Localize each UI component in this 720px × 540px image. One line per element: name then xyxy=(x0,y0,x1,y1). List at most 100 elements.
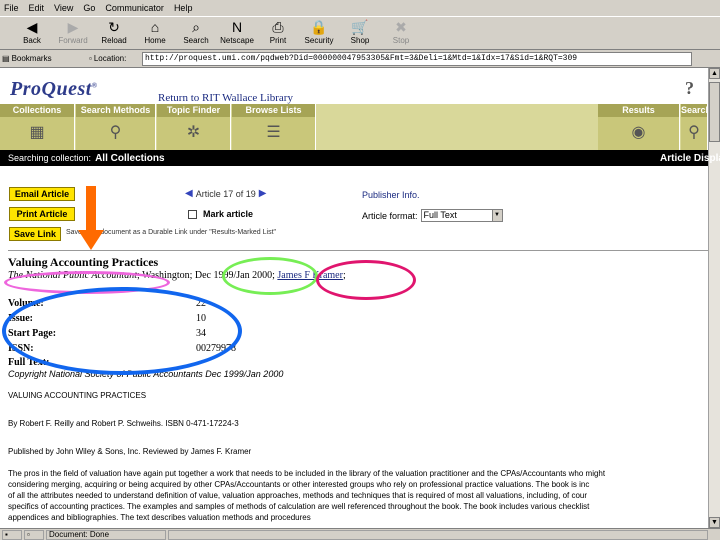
results-icon: ◉ xyxy=(631,124,646,141)
body-line: appendices and bibliographies. The text … xyxy=(8,513,311,522)
email-article-button[interactable]: Email Article xyxy=(9,187,75,201)
search-icon: ⌕ xyxy=(192,19,200,35)
toolbar-label: Security xyxy=(304,36,334,45)
home-icon: ⌂ xyxy=(150,19,160,35)
browser-toolbar: ◀ Back ▶ Forward ↻ Reload ⌂ Home ⌕ Search N Netscap… xyxy=(0,16,720,50)
body-line: The pros in the field of valuation have … xyxy=(8,469,606,478)
bookmarks-label: Bookmarks xyxy=(11,54,52,63)
article-format-label: Article format: xyxy=(362,210,418,221)
url-field[interactable]: http://proquest.umi.com/pqdweb?Did=00000… xyxy=(142,51,692,66)
netscape-button[interactable]: N Netscape xyxy=(217,17,257,49)
stop-icon: ✖ xyxy=(395,19,407,35)
nav-tab-label: Collections xyxy=(0,104,74,117)
search-button[interactable]: ⌕ Search xyxy=(176,17,216,49)
nav-tab-results[interactable]: Results ◉ xyxy=(598,104,680,150)
location-bar: ▤ Bookmarks ▫ Location: http://proquest.… xyxy=(0,50,720,68)
nav-tab-label: Browse Lists xyxy=(232,104,315,117)
return-to-library-link[interactable]: Return to RIT Wallace Library xyxy=(158,92,293,104)
location-label-group: ▫ Location: xyxy=(89,54,139,63)
searching-collection-label: Searching collection: xyxy=(8,153,92,163)
chevron-down-icon[interactable]: ▼ xyxy=(491,210,502,221)
search-methods-icon: ⚲ xyxy=(109,124,122,141)
orange-arrow-head xyxy=(78,230,104,250)
status-spacer xyxy=(168,529,708,540)
forward-arrow-icon: ▶ xyxy=(67,19,79,35)
shop-button[interactable]: 🛒 Shop xyxy=(340,17,380,49)
divider xyxy=(8,250,708,251)
body-line: considering merging, acquiring or being … xyxy=(8,480,590,489)
article-format-select[interactable]: Full Text ▼ xyxy=(420,209,503,222)
toolbar-label: Back xyxy=(23,36,41,45)
previous-article-icon[interactable]: ◀ xyxy=(185,188,193,199)
status-bar: ▪ ▫ Document: Done xyxy=(0,528,720,540)
nav-tab-search-methods[interactable]: Search Methods ⚲ xyxy=(76,104,156,150)
vertical-scrollbar[interactable]: ▲ ▼ xyxy=(708,68,720,528)
article-position: Article 17 of 19 xyxy=(195,188,256,199)
back-arrow-icon: ◀ xyxy=(26,19,38,35)
stop-button[interactable]: ✖ Stop xyxy=(381,17,421,49)
toolbar-label: Print xyxy=(269,36,287,45)
status-text: Document: Done xyxy=(46,529,166,540)
scroll-up-icon[interactable]: ▲ xyxy=(709,68,720,79)
menu-bar: File Edit View Go Communicator Help xyxy=(0,0,720,16)
nav-tab-label: Search Methods xyxy=(76,104,155,117)
menu-item-view[interactable]: View xyxy=(54,3,73,13)
menu-item-edit[interactable]: Edit xyxy=(29,3,45,13)
menu-item-help[interactable]: Help xyxy=(174,3,193,13)
collection-bar: Searching collection: All Collections Ar… xyxy=(0,150,720,166)
security-lock-icon: 🔒 xyxy=(310,19,328,35)
next-article-icon[interactable]: ▶ xyxy=(259,188,267,199)
help-icon[interactable]: ? xyxy=(685,78,694,99)
nav-tab-search[interactable]: Search ⚲ xyxy=(681,104,708,150)
reload-button[interactable]: ↻ Reload xyxy=(94,17,134,49)
body-line: By Robert F. Reilly and Robert P. Schwei… xyxy=(8,419,239,428)
toolbar-label: Stop xyxy=(392,36,410,45)
print-button[interactable]: ⎙ Print xyxy=(258,17,298,49)
nav-tab-topic-finder[interactable]: Topic Finder ✲ xyxy=(157,104,231,150)
body-line: VALUING ACCOUNTING PRACTICES xyxy=(8,391,147,400)
page-icon: ▫ xyxy=(89,54,92,63)
article-format-value: Full Text xyxy=(423,210,457,220)
article-title: Valuing Accounting Practices xyxy=(8,255,159,269)
proquest-logo[interactable]: ProQuest® xyxy=(10,78,98,101)
mark-article-checkbox[interactable] xyxy=(188,209,197,219)
security-button[interactable]: 🔒 Security xyxy=(299,17,339,49)
mark-article-label: Mark article xyxy=(203,209,254,219)
bookmarks-icon: ▤ xyxy=(2,54,10,63)
menu-item-communicator[interactable]: Communicator xyxy=(105,3,164,13)
shop-icon: 🛒 xyxy=(351,19,369,35)
toolbar-label: Search xyxy=(183,36,209,45)
reload-icon: ↻ xyxy=(108,19,120,35)
publisher-info-link[interactable]: Publisher Info. xyxy=(362,190,420,200)
toolbar-label: Shop xyxy=(350,36,370,45)
collections-icon: ▦ xyxy=(29,124,45,141)
nav-tab-browse-lists[interactable]: Browse Lists ☰ xyxy=(232,104,316,150)
print-article-button[interactable]: Print Article xyxy=(9,207,75,221)
magenta-highlight-ellipse xyxy=(316,260,416,300)
nav-tab-label: Results xyxy=(598,104,679,117)
home-button[interactable]: ⌂ Home xyxy=(135,17,175,49)
location-label: Location: xyxy=(93,54,127,63)
save-link-button[interactable]: Save Link xyxy=(9,227,61,241)
bookmarks-button[interactable]: ▤ Bookmarks xyxy=(2,54,86,63)
body-line: specifics of accounting practices. The e… xyxy=(8,502,590,511)
back-button[interactable]: ◀ Back xyxy=(12,17,52,49)
search-tab-icon: ⚲ xyxy=(688,124,700,141)
topic-finder-icon: ✲ xyxy=(186,124,201,141)
collection-value: All Collections xyxy=(95,152,165,164)
forward-button[interactable]: ▶ Forward xyxy=(53,17,93,49)
orange-arrow-shaft xyxy=(86,186,96,232)
menu-item-go[interactable]: Go xyxy=(83,3,95,13)
article-pager: ◀ Article 17 of 19 ▶ xyxy=(185,188,266,199)
menu-item-file[interactable]: File xyxy=(4,3,19,13)
toolbar-label: Netscape xyxy=(220,36,254,45)
nav-tab-collections[interactable]: Collections ▦ xyxy=(0,104,75,150)
connection-icon: ▪ xyxy=(2,529,22,540)
body-line: Published by John Wiley & Sons, Inc. Rev… xyxy=(8,447,252,456)
scroll-down-icon[interactable]: ▼ xyxy=(709,517,720,528)
body-line: of all the attributes needed to understa… xyxy=(8,491,588,500)
browse-lists-icon: ☰ xyxy=(266,124,281,141)
security-status-icon: ▫ xyxy=(24,529,44,540)
blue-highlight-ellipse xyxy=(2,287,242,375)
scroll-thumb[interactable] xyxy=(709,82,720,142)
